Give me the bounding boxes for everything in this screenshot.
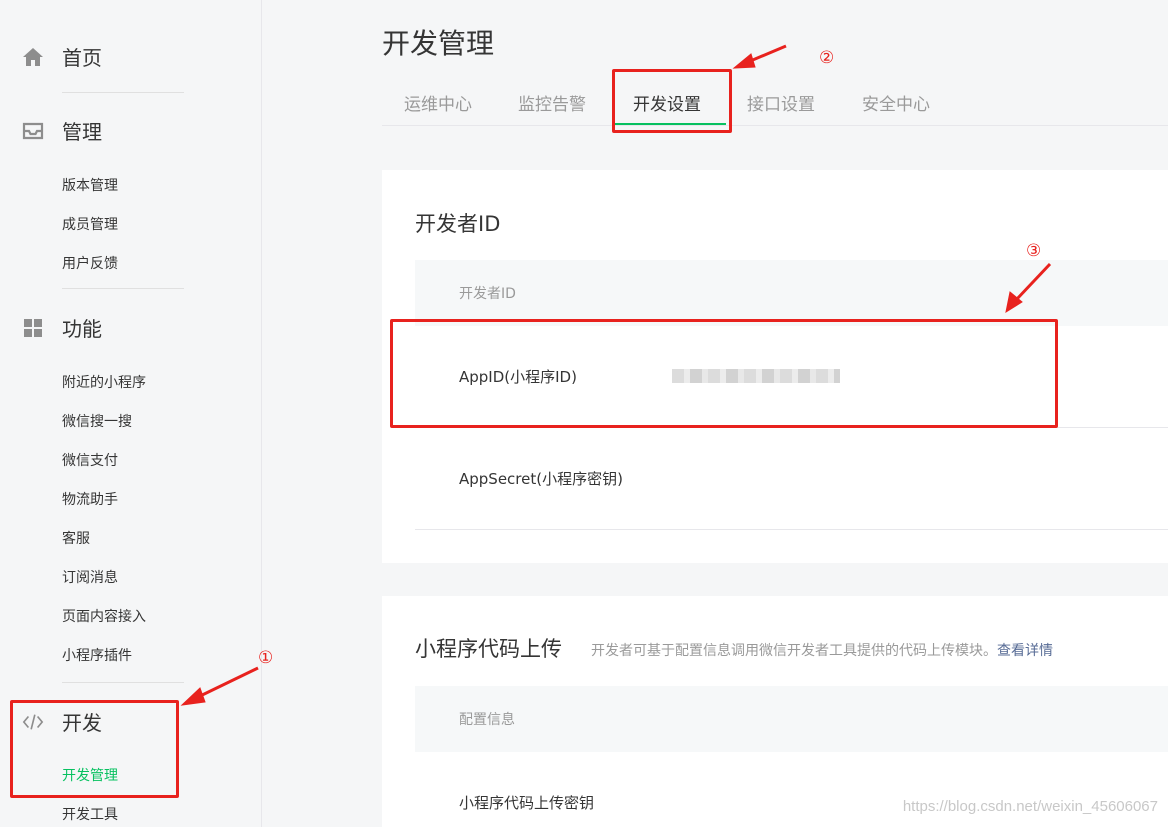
annotation-arrows	[180, 44, 1052, 706]
arrow-1-shaft	[195, 666, 259, 700]
arrow-2-shaft	[747, 44, 787, 64]
watermark: https://blog.csdn.net/weixin_45606067	[902, 798, 1158, 815]
arrow-3-shaft	[1014, 262, 1052, 302]
arrow-1-head	[180, 687, 206, 706]
arrow-2-head	[732, 53, 756, 69]
